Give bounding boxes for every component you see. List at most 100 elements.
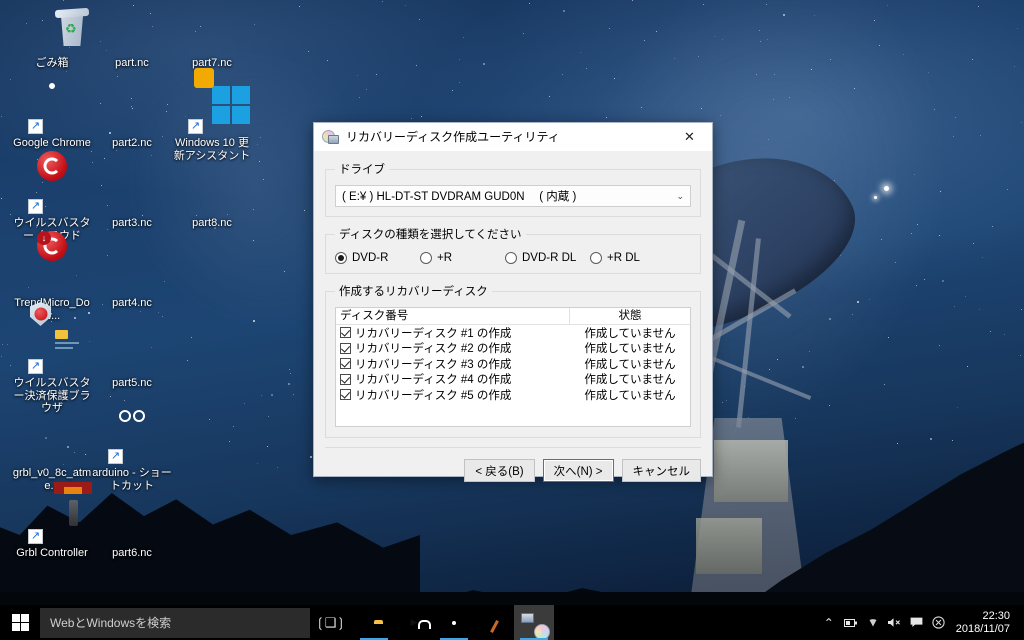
disc-type-radio-r[interactable]: +R [420,252,505,264]
windows-update-icon: ↗ [188,68,250,134]
row-status: 作成していません [584,358,676,371]
action-center-icon[interactable] [906,605,928,640]
taskbar-app-list [354,605,554,640]
desktop-icon-label: part2.nc [112,137,152,149]
desktop-icon-secure-payment-browser[interactable]: ↗ ウイルスバスター決済保護ブラウザ [12,302,92,415]
desktop-icon-grid: ♻ ごみ箱 part.nc part7.nc ↗ Google Chrome part2.n… [0,0,260,600]
desktop-icon-part7-nc[interactable]: part7.nc [172,6,252,70]
radio-indicator-icon [420,252,432,264]
desktop-screen: ♻ ごみ箱 part.nc part7.nc ↗ Google Chrome part2.n… [0,0,1024,640]
disc-type-radio-group: DVD-R +R DVD-R DL +R DL [335,250,691,264]
taskbar-app-store[interactable] [394,605,434,640]
secure-browser-icon: ↗ [28,302,79,374]
desktop-icon-windows-update-assistant[interactable]: ↗ Windows 10 更新アシスタント [172,68,252,162]
disc-type-radio-dvd-r[interactable]: DVD-R [335,252,420,264]
file-icon [108,86,156,134]
trendmicro-download-icon: ↓ [28,231,76,294]
disc-type-radio-dvd-r-dl[interactable]: DVD-R DL [505,252,590,264]
recovery-disc-listbox[interactable]: ディスク番号 状態 リカバリーディスク #1 の作成 作成していません リカバリーデ… [335,307,691,427]
desktop-icon-label: part5.nc [112,377,152,389]
file-icon [108,326,156,374]
dialog-body: ドライブ ( E:¥ ) HL-DT-ST DVDRAM GUD0N ( 内蔵 … [314,151,712,438]
radio-indicator-icon [505,252,517,264]
desktop-icon-part5-nc[interactable]: part5.nc [92,326,172,390]
task-view-icon: ❲❑❳ [314,614,346,630]
column-header-disc-number[interactable]: ディスク番号 [336,308,570,324]
notification-badge-icon[interactable] [928,605,950,640]
task-view-button[interactable]: ❲❑❳ [310,605,350,640]
next-button[interactable]: 次へ(N) > [542,459,614,482]
volume-mute-icon[interactable] [884,605,906,640]
row-checkbox[interactable] [340,389,351,401]
table-row[interactable]: リカバリーディスク #1 の作成 作成していません [336,325,690,341]
table-row[interactable]: リカバリーディスク #5 の作成 作成していません [336,387,690,403]
desktop-icon-grbl-controller[interactable]: ↗ Grbl Controller [12,482,92,560]
desktop-icon-part-nc[interactable]: part.nc [92,6,172,70]
row-disc-label: リカバリーディスク #4 の作成 [355,374,512,387]
column-header-status[interactable]: 状態 [570,308,690,324]
table-row[interactable]: リカバリーディスク #2 の作成 作成していません [336,341,690,357]
clock[interactable]: 22:30 2018/11/07 [950,610,1018,636]
desktop-icon-part6-nc[interactable]: part6.nc [92,496,172,560]
clock-date: 2018/11/07 [955,622,1010,635]
taskbar-app-chrome[interactable] [434,605,474,640]
battery-icon[interactable] [840,605,862,640]
row-checkbox[interactable] [340,358,351,370]
telescope-housing [714,440,788,502]
dialog-footer: < 戻る(B) 次へ(N) > キャンセル [314,448,712,482]
cancel-button[interactable]: キャンセル [621,459,701,482]
row-checkbox[interactable] [340,342,351,354]
chrome-icon: ↗ [28,83,76,134]
show-hidden-icons-chevron[interactable]: ⌃ [818,605,840,640]
row-disc-label: リカバリーディスク #1 の作成 [355,327,512,340]
start-button[interactable] [0,605,40,640]
recovery-disc-icon [322,129,339,144]
row-disc-label: リカバリーディスク #2 の作成 [355,343,512,356]
taskbar-app-recovery-utility[interactable] [514,605,554,640]
disc-type-radio-r-dl[interactable]: +R DL [590,252,675,264]
telescope-base-box [696,518,762,574]
radio-indicator-icon [335,252,347,264]
drive-select[interactable]: ( E:¥ ) HL-DT-ST DVDRAM GUD0N ( 内蔵 ) ⌄ [335,185,691,207]
disc-type-radio-label: +R DL [607,252,640,264]
desktop-icon-part8-nc[interactable]: part8.nc [172,166,252,230]
back-button[interactable]: < 戻る(B) [464,459,535,482]
table-row[interactable]: リカバリーディスク #4 の作成 作成していません [336,372,690,388]
desktop-icon-label: Grbl Controller [16,547,88,559]
desktop-icon-label: TrendMicro_Dow... [14,297,90,322]
taskbar: WebとWindowsを検索 ❲❑❳ ⌃ 22:30 2018/11/07 [0,605,1024,640]
row-checkbox[interactable] [340,373,351,385]
recycle-bin-icon: ♻ [28,6,90,54]
wifi-icon[interactable] [862,605,884,640]
desktop-icon-label: Windows 10 更新アシスタント [173,137,251,162]
table-row[interactable]: リカバリーディスク #3 の作成 作成していません [336,356,690,372]
desktop-icon-label: part7.nc [192,57,232,69]
desktop-icon-label: Google Chrome [13,137,91,149]
file-icon [188,6,236,54]
search-input[interactable]: WebとWindowsを検索 [40,607,310,638]
chevron-down-icon: ⌄ [676,190,684,201]
desktop-icon-grbl-hex[interactable]: grbl_v0_8c_atme... [12,416,92,492]
taskbar-app-file-explorer[interactable] [354,605,394,640]
desktop-icon-label: ウイルスバスター決済保護ブラウザ [13,377,91,414]
desktop-icon-label: part4.nc [112,297,152,309]
disc-type-radio-label: +R [437,252,453,264]
desktop-icon-trendmicro-download[interactable]: ↓ TrendMicro_Dow... [12,231,92,322]
radio-indicator-icon [590,252,602,264]
close-icon[interactable]: ✕ [667,123,712,150]
taskbar-app-paint[interactable] [474,605,514,640]
dialog-title: リカバリーディスク作成ユーティリティ [346,130,560,144]
desktop-icon-recycle-bin[interactable]: ♻ ごみ箱 [12,6,92,70]
desktop-icon-google-chrome[interactable]: ↗ Google Chrome [12,83,92,150]
desktop-icon-part4-nc[interactable]: part4.nc [92,246,172,310]
file-icon [28,416,76,464]
listbox-rows: リカバリーディスク #1 の作成 作成していません リカバリーディスク #2 の作成… [336,325,690,403]
desktop-icon-arduino-shortcut[interactable]: ↗ arduino - ショートカット [92,410,172,492]
row-status: 作成していません [584,327,676,340]
search-input-placeholder: WebとWindowsを検索 [50,616,172,630]
desktop-icon-part3-nc[interactable]: part3.nc [92,166,172,230]
desktop-icon-part2-nc[interactable]: part2.nc [92,86,172,150]
dialog-title-bar[interactable]: リカバリーディスク作成ユーティリティ ✕ [314,123,712,151]
disc-type-radio-label: DVD-R [352,252,389,264]
row-checkbox[interactable] [340,327,351,339]
